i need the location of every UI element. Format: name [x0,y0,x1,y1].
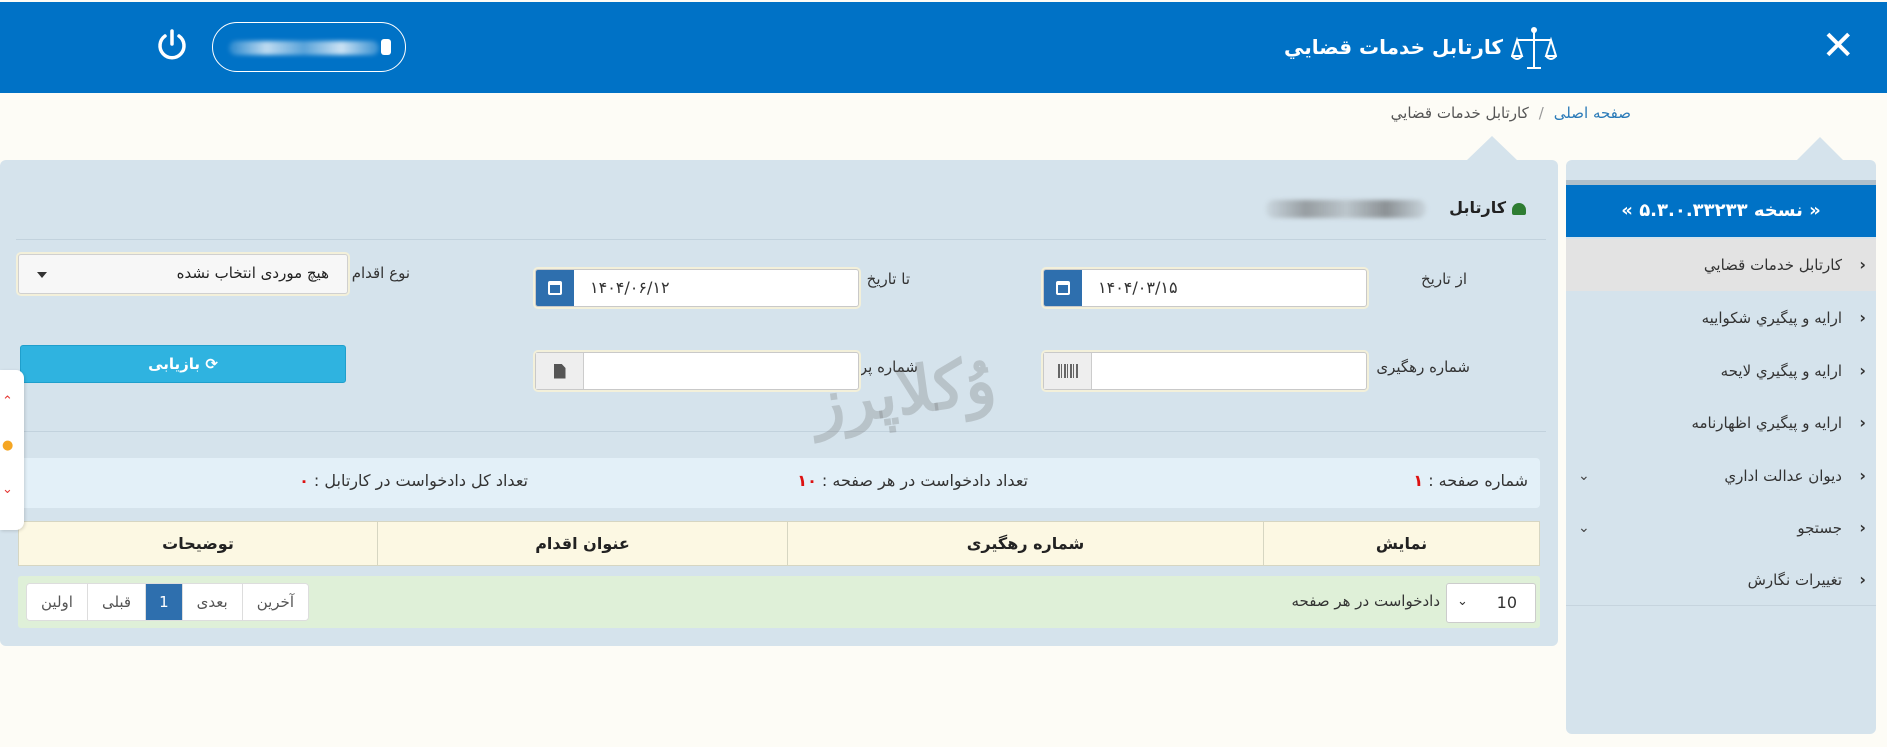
breadcrumb-separator: / [1538,104,1544,122]
per-page-select-value: 10 [1496,593,1517,612]
action-type-label: نوع اقدام [351,264,410,282]
column-header-description[interactable]: توضیحات [19,522,377,565]
main-panel-caret [1466,136,1518,161]
caret-down-icon [37,272,47,278]
breadcrumb-current: کارتابل خدمات قضايي [1390,104,1529,122]
sidebar-item-judicial-cartable[interactable]: ‹ کارتابل خدمات قضايي [1566,239,1876,291]
panel-title-text: کارتابل [1449,198,1506,217]
refresh-button-label: بازیابی [148,355,201,373]
page-first-button[interactable]: اولین [27,584,88,620]
user-menu-button[interactable] [212,22,406,72]
sidebar-item-administrative-court[interactable]: ‹ ديوان عدالت اداري ⌄ [1566,450,1876,502]
file-icon [536,353,584,389]
table-header: نمایش شماره رهگیری عنوان اقدام توضیحات [18,521,1540,566]
breadcrumb: صفحه اصلی / کارتابل خدمات قضايي [1391,104,1631,122]
hand-icon[interactable]: ● [2,438,13,453]
calendar-icon[interactable] [1044,270,1082,306]
action-type-select[interactable]: هیچ موردی انتخاب نشده [18,254,348,294]
sidebar-item-label: کارتابل خدمات قضايي [1703,256,1842,274]
column-header-view[interactable]: نمایش [1263,522,1539,565]
pagination: اولین قبلی 1 بعدی آخرین [26,583,309,621]
power-icon[interactable] [155,28,189,62]
to-date-value: ۱۴۰۴/۰۶/۱۲ [590,278,670,297]
per-page-value: ۱۰ [797,471,817,490]
action-type-value: هیچ موردی انتخاب نشده [176,264,329,282]
sidebar-item-label: تغييرات نگارش [1747,571,1842,589]
double-chevron-down-icon[interactable]: ⌄ [2,482,13,497]
sidebar-bottom-divider [1566,605,1876,606]
from-date-value: ۱۴۰۴/۰۳/۱۵ [1098,278,1178,297]
main-panel: کارتابل [0,160,1558,646]
column-header-tracking[interactable]: شماره رهگیری [787,522,1263,565]
tracking-number-label: شماره رهگیری [1376,358,1470,376]
chevron-left-icon: ‹ [1859,570,1866,589]
per-page-label: تعداد دادخواست در هر صفحه : [821,471,1028,490]
sidebar-item-bill[interactable]: ‹ ارايه و پيگيري لايحه [1566,345,1876,397]
breadcrumb-home-link[interactable]: صفحه اصلی [1554,104,1631,122]
to-date-field[interactable]: ۱۴۰۴/۰۶/۱۲ [535,269,859,307]
chevron-left-icon: ‹ [1859,255,1866,274]
divider [16,431,1546,432]
app-title: کارتابل خدمات قضايي [1284,35,1503,59]
total-label: تعداد کل دادخواست در کارتابل : [313,471,528,490]
chevron-down-icon: ⌄ [1578,468,1590,484]
sidebar-item-label: ارايه و پيگيري شکواييه [1701,309,1842,327]
chevron-down-icon: ⌄ [1457,594,1468,609]
refresh-button[interactable]: ⟳ بازیابی [20,345,346,383]
page-next-button[interactable]: بعدی [182,584,243,620]
chevron-left-icon: ‹ [1859,518,1866,537]
dashboard-icon [1512,202,1526,215]
double-chevron-up-icon[interactable]: ⌃ [2,394,13,409]
top-header: ✕ کارتابل خدمات قضايي [0,2,1887,93]
per-page-info: تعداد دادخواست در هر صفحه : ۱۰ [797,471,1028,490]
page-last-button[interactable]: آخرین [242,584,308,620]
floating-tools-widget[interactable]: ⌃ ● ⌄ [0,370,24,530]
total-info: تعداد کل دادخواست در کارتابل : ۰ [299,471,528,490]
sidebar-item-complaint[interactable]: ‹ ارايه و پيگيري شکواييه [1566,292,1876,344]
page-number-info: شماره صفحه : ۱ [1413,471,1528,490]
column-header-action-title[interactable]: عنوان اقدام [377,522,787,565]
version-label: « نسخه ۵.۳.۰.۳۳۲۳۳ » [1566,185,1876,237]
sidebar-item-label: ارايه و پيگيري لايحه [1720,362,1842,380]
total-value: ۰ [299,471,309,490]
tracking-number-input[interactable] [1043,352,1367,390]
to-date-label: تا تاریخ [866,270,910,288]
page-number-value: ۱ [1413,471,1424,490]
username-redacted [1266,200,1426,218]
pagination-bar: 10 ⌄ دادخواست در هر صفحه اولین قبلی 1 بع… [18,576,1540,628]
username-redacted [229,41,379,55]
sidebar-item-declaration[interactable]: ‹ ارايه و پيگيري اظهارنامه [1566,397,1876,449]
from-date-label: از تاریخ [1420,270,1467,288]
from-date-field[interactable]: ۱۴۰۴/۰۳/۱۵ [1043,269,1367,307]
sidebar-item-changelog[interactable]: ‹ تغييرات نگارش [1566,554,1876,606]
justice-scale-icon [1511,27,1557,69]
chevron-left-icon: ‹ [1859,413,1866,432]
chevron-down-icon: ⌄ [1578,520,1590,536]
sidebar-item-label: جستجو [1797,519,1842,537]
summary-bar: شماره صفحه : ۱ تعداد دادخواست در هر صفحه… [16,458,1540,508]
sidebar: « نسخه ۵.۳.۰.۳۳۲۳۳ » ‹ کارتابل خدمات قضا… [1566,160,1876,734]
per-page-text: دادخواست در هر صفحه [1291,592,1440,610]
sidebar-item-search[interactable]: ‹ جستجو ⌄ [1566,502,1876,554]
barcode-icon [1044,353,1092,389]
close-icon[interactable]: ✕ [1821,26,1855,66]
per-page-select[interactable]: 10 ⌄ [1446,583,1536,623]
divider [16,239,1546,240]
calendar-icon[interactable] [536,270,574,306]
sidebar-item-label: ارايه و پيگيري اظهارنامه [1691,414,1842,432]
chevron-left-icon: ‹ [1859,308,1866,327]
sidebar-caret [1796,137,1844,161]
chevron-left-icon: ‹ [1859,361,1866,380]
refresh-icon: ⟳ [205,355,218,373]
user-icon [381,39,391,55]
page-current-button[interactable]: 1 [146,584,183,620]
page-prev-button[interactable]: قبلی [87,584,147,620]
panel-title: کارتابل [1266,198,1526,218]
page-number-label: شماره صفحه : [1428,471,1528,490]
sidebar-item-label: ديوان عدالت اداري [1724,467,1842,485]
chevron-left-icon: ‹ [1859,466,1866,485]
